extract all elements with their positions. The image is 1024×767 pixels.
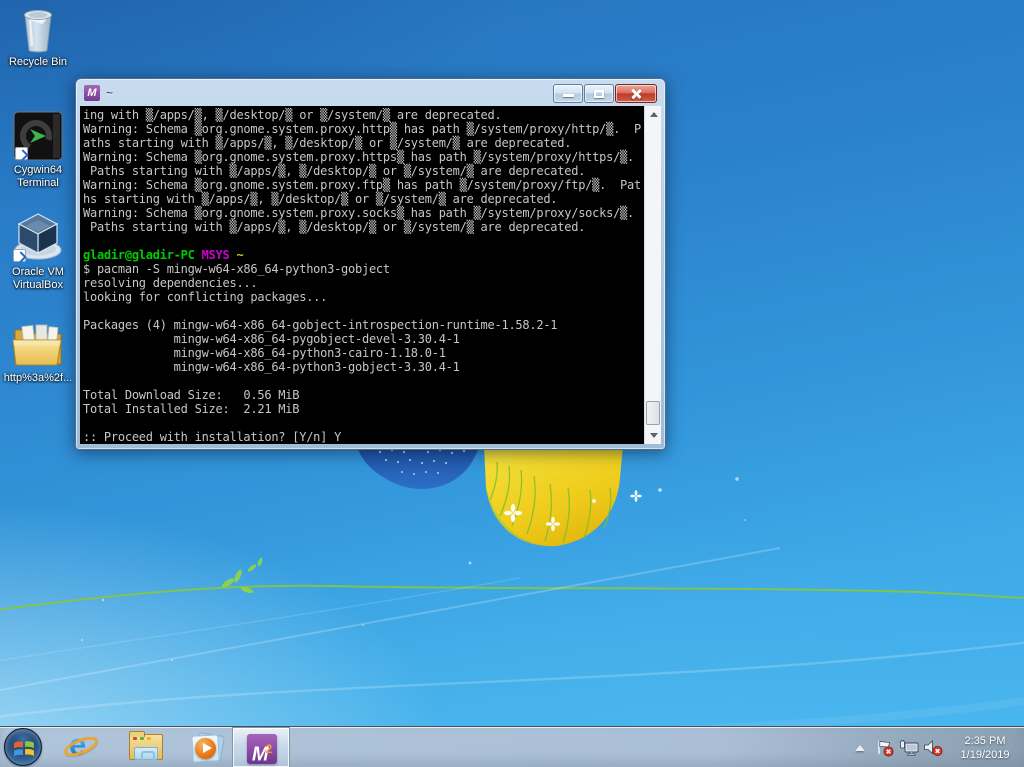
wmp-play-icon [195, 738, 216, 759]
terminal-line: aths starting with ▒/apps/▒, ▒/desktop/▒… [83, 136, 643, 150]
close-button[interactable] [615, 84, 657, 103]
terminal-line: Paths starting with ▒/apps/▒, ▒/desktop/… [83, 164, 643, 178]
taskbar-item-msys2-terminal-active[interactable]: M2 [232, 727, 290, 767]
terminal-line: Warning: Schema ▒org.gnome.system.proxy.… [83, 122, 643, 136]
maximize-icon [594, 90, 604, 98]
taskbar-clock[interactable]: 2:35 PM 1/19/2019 [953, 734, 1017, 762]
desktop-icon-label: http%3a%2f... [0, 372, 76, 385]
taskbar-item-internet-explorer[interactable]: e [64, 730, 102, 765]
desktop-icon-label: Oracle VM VirtualBox [0, 266, 76, 292]
network-icon[interactable] [899, 739, 919, 757]
shortcut-arrow-icon [15, 147, 28, 160]
desktop-icon-recycle-bin[interactable]: Recycle Bin [0, 6, 76, 69]
show-hidden-icons-button[interactable] [855, 745, 865, 751]
terminal-line: gladir@gladir-PC MSYS ~ [83, 248, 643, 262]
minimize-button[interactable] [553, 84, 583, 103]
clock-date: 1/19/2019 [953, 748, 1017, 762]
start-button[interactable] [4, 728, 42, 766]
window-titlebar[interactable]: M ~ [77, 80, 664, 106]
scroll-up-icon[interactable] [645, 106, 662, 123]
wallpaper-sparkles [81, 519, 746, 661]
action-center-flag-icon[interactable] [875, 739, 895, 757]
windows-flag-icon [13, 738, 35, 758]
minimize-icon [563, 94, 574, 97]
wallpaper-flowers [504, 477, 739, 531]
desktop[interactable]: Recycle Bin Cygwin64 Terminal [0, 0, 1024, 767]
wallpaper-flag-dots [379, 448, 465, 475]
terminal-line: Packages (4) mingw-w64-x86_64-gobject-in… [83, 318, 643, 332]
folder-icon [10, 320, 66, 370]
taskbar: e M2 [0, 726, 1024, 767]
terminal-line: :: Proceed with installation? [Y/n] Y [83, 430, 643, 444]
terminal-line: resolving dependencies... [83, 276, 643, 290]
mintty-terminal-window: M ~ ing with ▒/apps/▒, ▒/desktop/▒ or ▒/… [75, 78, 666, 450]
explorer-tray-icon [134, 747, 158, 760]
maximize-button[interactable] [584, 84, 614, 103]
wallpaper-vine [0, 557, 1024, 610]
terminal-line [83, 234, 643, 248]
scrollbar-thumb[interactable] [646, 401, 660, 425]
terminal-line: ing with ▒/apps/▒, ▒/desktop/▒ or ▒/syst… [83, 108, 643, 122]
terminal-line [83, 374, 643, 388]
terminal-line: Warning: Schema ▒org.gnome.system.proxy.… [83, 150, 643, 164]
system-tray: 2:35 PM 1/19/2019 [855, 727, 1024, 767]
msys2-window-icon: M [84, 85, 100, 101]
terminal-line: hs starting with ▒/apps/▒, ▒/desktop/▒ o… [83, 192, 643, 206]
terminal-scrollbar[interactable] [644, 106, 661, 444]
window-title: ~ [106, 86, 113, 100]
terminal-line: Warning: Schema ▒org.gnome.system.proxy.… [83, 206, 643, 220]
desktop-icon-oracle-vm-virtualbox[interactable]: Oracle VM VirtualBox [0, 208, 76, 292]
volume-muted-icon[interactable] [923, 739, 943, 757]
desktop-icon-label: Cygwin64 Terminal [0, 164, 76, 190]
terminal-line: mingw-w64-x86_64-pygobject-devel-3.30.4-… [83, 332, 643, 346]
terminal-line: Total Installed Size: 2.21 MiB [83, 402, 643, 416]
terminal-line: looking for conflicting packages... [83, 290, 643, 304]
terminal-line: Paths starting with ▒/apps/▒, ▒/desktop/… [83, 220, 643, 234]
desktop-icon-label: Recycle Bin [0, 56, 76, 69]
recycle-bin-icon [17, 6, 59, 54]
taskbar-item-windows-media-player[interactable] [188, 730, 226, 765]
terminal-output: ing with ▒/apps/▒, ▒/desktop/▒ or ▒/syst… [83, 108, 643, 444]
desktop-icon-http-folder[interactable]: http%3a%2f... [0, 320, 76, 385]
terminal-line: Warning: Schema ▒org.gnome.system.proxy.… [83, 178, 643, 192]
wallpaper-flag-blue-pane [357, 445, 481, 489]
terminal-line: mingw-w64-x86_64-python3-cairo-1.18.0-1 [83, 346, 643, 360]
msys2-taskbar-icon: M2 [247, 734, 277, 764]
terminal-line: mingw-w64-x86_64-python3-gobject-3.30.4-… [83, 360, 643, 374]
wallpaper-grass [490, 462, 611, 543]
terminal-line [83, 304, 643, 318]
clock-time: 2:35 PM [953, 734, 1017, 748]
terminal-line [83, 416, 643, 430]
shortcut-arrow-icon [13, 249, 26, 262]
terminal-client-area[interactable]: ing with ▒/apps/▒, ▒/desktop/▒ or ▒/syst… [80, 106, 661, 444]
terminal-line: $ pacman -S mingw-w64-x86_64-python3-gob… [83, 262, 643, 276]
desktop-icon-cygwin64-terminal[interactable]: Cygwin64 Terminal [0, 110, 76, 190]
terminal-line: Total Download Size: 0.56 MiB [83, 388, 643, 402]
taskbar-item-windows-explorer[interactable] [127, 730, 165, 765]
close-icon [630, 88, 642, 100]
wallpaper-flag-yellow-pane [484, 445, 623, 546]
scroll-down-icon[interactable] [645, 427, 662, 444]
